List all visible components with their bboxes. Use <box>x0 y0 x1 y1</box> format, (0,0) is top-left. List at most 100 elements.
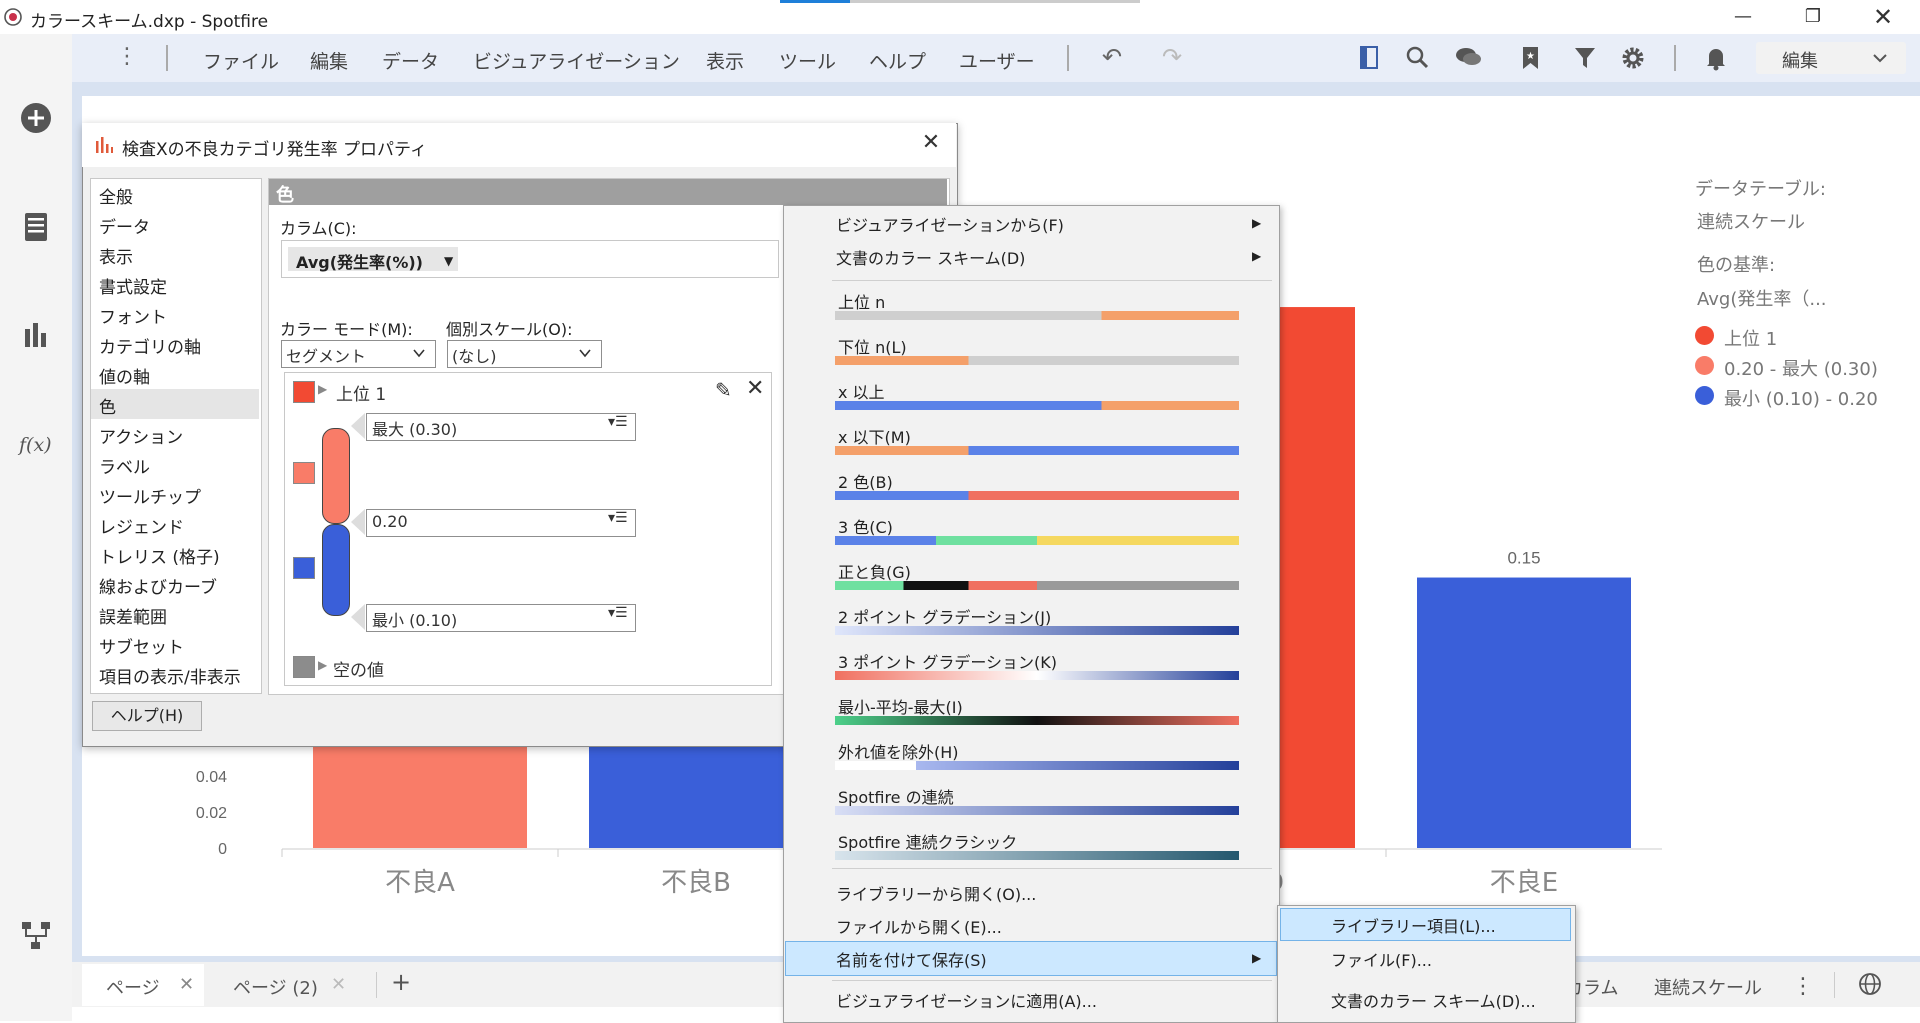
scheme-preview-bar[interactable] <box>835 761 1239 770</box>
scale-segment-low[interactable] <box>322 524 350 616</box>
scheme-preview-bar[interactable] <box>835 311 1239 320</box>
help-button[interactable]: ヘルプ(H) <box>92 701 202 731</box>
edit-pencil-icon[interactable]: ✎ <box>715 378 732 402</box>
more-options-icon[interactable]: ⋮ <box>1792 974 1814 999</box>
submenu-item-library[interactable]: ライブラリー項目(L)... <box>1331 913 1496 937</box>
globe-icon[interactable] <box>1857 971 1883 997</box>
close-tab-icon[interactable]: ✕ <box>179 974 194 995</box>
nav-item-lines-curves[interactable]: 線およびカーブ <box>99 573 217 598</box>
submenu-item-document-scheme[interactable]: 文書のカラー スキーム(D)... <box>1331 988 1536 1012</box>
menu-view[interactable]: 表示 <box>706 47 744 74</box>
scheme-preview-bar[interactable] <box>835 536 1239 545</box>
nav-item-show-hide[interactable]: 項目の表示/非表示 <box>99 663 241 688</box>
menu-item-document-scheme[interactable]: 文書のカラー スキーム(D) <box>836 245 1025 269</box>
menu-item-save-as[interactable]: 名前を付けて保存(S) <box>836 947 987 971</box>
bar-5[interactable] <box>1417 577 1631 848</box>
nav-item-tooltip[interactable]: ツールチップ <box>99 483 201 508</box>
nav-item-error-bars[interactable]: 誤差範囲 <box>99 603 167 628</box>
submenu-item-file[interactable]: ファイル(F)... <box>1331 947 1432 971</box>
scheme-label[interactable]: 2 色(B) <box>838 469 893 493</box>
nav-item-subsets[interactable]: サブセット <box>99 633 184 658</box>
nav-item-appearance[interactable]: 表示 <box>99 243 133 268</box>
undo-icon[interactable]: ↶ <box>1102 43 1122 71</box>
bookmark-icon[interactable]: ★ <box>1516 43 1546 73</box>
scheme-preview-bar[interactable] <box>835 626 1239 635</box>
scheme-preview-bar[interactable] <box>835 446 1239 455</box>
filter-icon[interactable] <box>1570 43 1600 73</box>
color-swatch-low[interactable] <box>293 557 315 579</box>
nav-item-actions[interactable]: アクション <box>99 423 183 448</box>
scheme-label[interactable]: 最小-平均-最大(I) <box>838 694 963 718</box>
menu-item-open-library[interactable]: ライブラリーから開く(O)... <box>836 881 1036 905</box>
scheme-label[interactable]: 外れ値を除外(H) <box>838 739 959 763</box>
search-icon[interactable] <box>1402 43 1432 73</box>
restore-button[interactable]: ❐ <box>1790 2 1836 32</box>
tab-continuous-scale[interactable]: 連続スケール <box>1654 974 1762 1000</box>
scheme-preview-bar[interactable] <box>835 401 1239 410</box>
scheme-preview-bar[interactable] <box>835 806 1239 815</box>
menu-item-apply-visualization[interactable]: ビジュアライゼーションに適用(A)... <box>836 988 1097 1012</box>
scheme-label[interactable]: 3 色(C) <box>838 514 893 538</box>
scheme-preview-bar[interactable] <box>835 491 1239 500</box>
menu-file[interactable]: ファイル <box>203 47 279 74</box>
nav-item-colors[interactable]: 色 <box>99 393 116 418</box>
nav-item-formatting[interactable]: 書式設定 <box>99 273 167 298</box>
add-page-icon[interactable]: + <box>391 968 411 996</box>
scheme-label[interactable]: x 以上 <box>838 379 885 403</box>
menu-visualization[interactable]: ビジュアライゼーション <box>473 47 680 74</box>
nav-item-trellis[interactable]: トレリス (格子) <box>99 543 220 568</box>
scheme-label[interactable]: 下位 n(L) <box>838 334 907 358</box>
nav-item-fonts[interactable]: フォント <box>99 303 167 328</box>
scheme-preview-bar[interactable] <box>835 716 1239 725</box>
data-table-icon[interactable] <box>16 207 56 247</box>
add-icon[interactable] <box>16 98 56 138</box>
expand-arrow-icon[interactable]: ▶ <box>318 658 327 672</box>
close-tab-icon[interactable]: ✕ <box>331 974 346 995</box>
visualization-icon[interactable] <box>16 315 56 355</box>
redo-icon[interactable]: ↷ <box>1162 43 1182 71</box>
color-swatch-empty[interactable] <box>293 656 315 678</box>
notification-bell-icon[interactable] <box>1701 43 1731 73</box>
scale-segment-mid[interactable] <box>322 428 350 524</box>
nav-item-general[interactable]: 全般 <box>99 183 133 208</box>
scheme-preview-bar[interactable] <box>835 671 1239 680</box>
menu-user[interactable]: ユーザー <box>959 47 1035 74</box>
expand-arrow-icon[interactable]: ▶ <box>318 382 327 396</box>
value-menu-icon[interactable]: ▾☰ <box>608 605 628 621</box>
scheme-label[interactable]: 上位 n <box>838 289 885 313</box>
nav-item-legend[interactable]: レジェンド <box>99 513 184 538</box>
page-tab-2[interactable]: ページ (2) <box>233 974 318 1000</box>
scheme-preview-bar[interactable] <box>835 356 1239 365</box>
scheme-label[interactable]: 正と負(G) <box>838 559 911 583</box>
panel-toggle-icon[interactable] <box>1355 43 1385 73</box>
nav-item-data[interactable]: データ <box>99 213 150 238</box>
nav-item-value-axis[interactable]: 値の軸 <box>99 363 150 388</box>
delete-rule-icon[interactable]: ✕ <box>746 376 764 401</box>
dialog-close-icon[interactable]: ✕ <box>918 130 944 156</box>
nav-item-labels[interactable]: ラベル <box>99 453 150 478</box>
menu-item-from-visualization[interactable]: ビジュアライゼーションから(F) <box>836 212 1064 236</box>
menu-data[interactable]: データ <box>382 47 439 74</box>
function-icon[interactable]: f(x) <box>16 424 56 464</box>
scheme-label[interactable]: 3 ポイント グラデーション(K) <box>838 649 1057 673</box>
comments-icon[interactable] <box>1453 43 1483 73</box>
scheme-label[interactable]: 2 ポイント グラデーション(J) <box>838 604 1051 628</box>
value-menu-icon[interactable]: ▾☰ <box>608 510 628 526</box>
menu-edit[interactable]: 編集 <box>310 47 348 74</box>
menu-tools[interactable]: ツール <box>779 47 836 74</box>
scheme-label[interactable]: Spotfire 連続クラシック <box>838 829 1017 853</box>
color-swatch-mid[interactable] <box>293 462 315 484</box>
scheme-preview-bar[interactable] <box>835 851 1239 860</box>
scheme-label[interactable]: x 以下(M) <box>838 424 911 448</box>
nav-item-category-axis[interactable]: カテゴリの軸 <box>99 333 201 358</box>
value-menu-icon[interactable]: ▾☰ <box>608 414 628 430</box>
color-swatch-top[interactable] <box>293 381 315 403</box>
menu-item-open-file[interactable]: ファイルから開く(E)... <box>836 914 1002 938</box>
settings-gear-icon[interactable] <box>1618 43 1648 73</box>
minimize-button[interactable]: — <box>1720 2 1766 32</box>
close-window-button[interactable]: ✕ <box>1860 2 1906 32</box>
scheme-label[interactable]: Spotfire の連続 <box>838 784 954 808</box>
scheme-preview-bar[interactable] <box>835 581 1239 590</box>
data-canvas-icon[interactable] <box>16 916 56 956</box>
more-menu-icon[interactable]: ⋮ <box>116 44 138 69</box>
